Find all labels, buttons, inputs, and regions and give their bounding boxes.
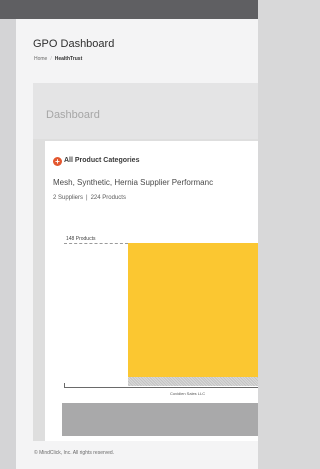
plus-circle-icon[interactable]: + [53, 157, 62, 166]
meta-separator: | [86, 195, 88, 201]
y-axis-max-label: 148 Products [66, 236, 96, 242]
category-title[interactable]: All Product Categories [64, 157, 139, 164]
breadcrumb-current: HealthTrust [54, 56, 83, 62]
breadcrumb-home-link[interactable]: Home [34, 56, 47, 62]
chart-bar-base [128, 377, 258, 386]
card-subtitle: Mesh, Synthetic, Hernia Supplier Perform… [53, 178, 214, 187]
x-axis [64, 387, 258, 388]
x-tick-label: Covidien Sales LLC [170, 391, 206, 396]
page-title: GPO Dashboard [33, 38, 115, 50]
breadcrumb: Home / HealthTrust [34, 56, 82, 62]
dashboard-panel-title: Dashboard [46, 109, 100, 121]
top-bar [0, 0, 258, 19]
card-meta: 2 Suppliers | 224 Products [53, 195, 126, 201]
footer-copyright: © MindClick, Inc. All rights reserved. [34, 450, 115, 456]
breadcrumb-separator: / [50, 56, 52, 62]
y-axis-max-line [64, 243, 128, 244]
chart-bar[interactable] [128, 243, 258, 377]
supplier-count: 2 Suppliers [53, 195, 84, 201]
left-gutter [0, 19, 16, 469]
x-axis-start-tick [64, 383, 65, 388]
product-count: 224 Products [90, 195, 126, 201]
chart-scrollbar[interactable] [62, 403, 258, 436]
